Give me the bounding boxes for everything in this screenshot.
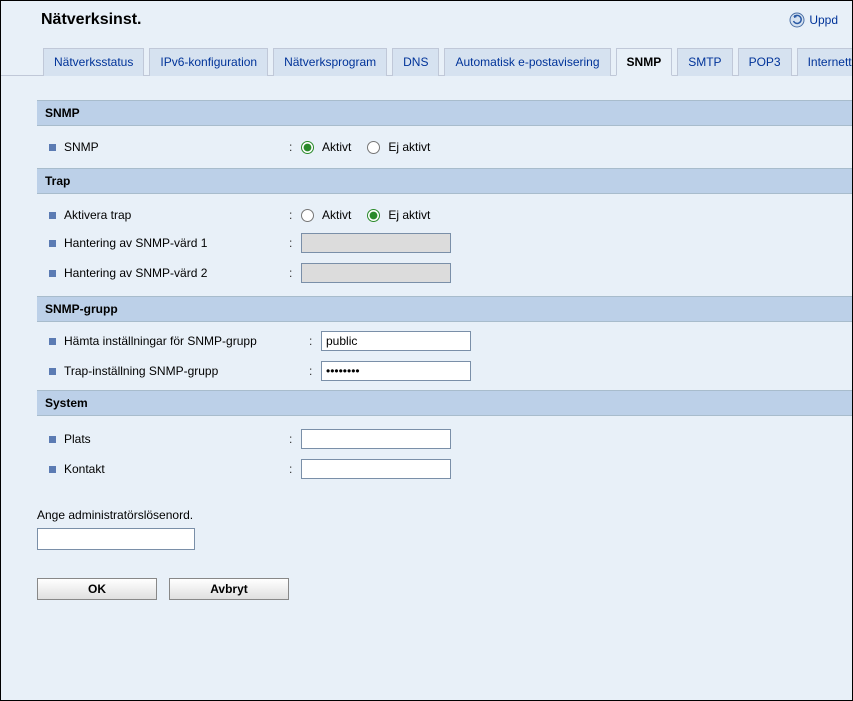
section-header-system: System	[37, 390, 852, 416]
section-body-snmp: SNMP : Aktivt Ej aktivt	[37, 126, 852, 168]
label-text-trap-group: Trap-inställning SNMP-grupp	[64, 364, 218, 378]
radio-label-trap-active: Aktivt	[322, 208, 351, 222]
tab-snmp[interactable]: SNMP	[616, 48, 673, 76]
label-text-plats: Plats	[64, 432, 91, 446]
tab-natverksprogram[interactable]: Nätverksprogram	[273, 48, 387, 76]
bullet-icon	[49, 270, 56, 277]
row-get-group: Hämta inställningar för SNMP-grupp :	[49, 326, 852, 356]
row-trap-enable: Aktivera trap : Aktivt Ej aktivt	[49, 202, 852, 228]
separator: :	[289, 208, 301, 222]
refresh-label: Uppd	[809, 13, 838, 27]
value-trap-enable: Aktivt Ej aktivt	[301, 208, 440, 222]
input-kontakt[interactable]	[301, 459, 451, 479]
label-text-kontakt: Kontakt	[64, 462, 105, 476]
label-host1: Hantering av SNMP-värd 1	[49, 236, 289, 250]
refresh-icon	[789, 12, 805, 28]
input-plats[interactable]	[301, 429, 451, 449]
input-get-group[interactable]	[321, 331, 471, 351]
section-body-system: Plats : Kontakt :	[37, 416, 852, 492]
app-frame: Nätverksinst. Uppd Nätverksstatus IPv6-k…	[0, 0, 853, 701]
label-text-get-group: Hämta inställningar för SNMP-grupp	[64, 334, 257, 348]
label-text-snmp: SNMP	[64, 140, 99, 154]
section-header-trap: Trap	[37, 168, 852, 194]
refresh-link[interactable]: Uppd	[789, 12, 838, 28]
label-get-group: Hämta inställningar för SNMP-grupp	[49, 334, 309, 348]
content-area: SNMP SNMP : Aktivt Ej aktivt Trap	[1, 76, 852, 492]
bullet-icon	[49, 466, 56, 473]
label-kontakt: Kontakt	[49, 462, 289, 476]
label-plats: Plats	[49, 432, 289, 446]
value-host2	[301, 263, 451, 283]
label-trap-enable: Aktivera trap	[49, 208, 289, 222]
radio-trap-active[interactable]	[301, 209, 314, 222]
row-kontakt: Kontakt :	[49, 454, 852, 484]
admin-password-input[interactable]	[37, 528, 195, 550]
bullet-icon	[49, 338, 56, 345]
value-snmp: Aktivt Ej aktivt	[301, 140, 440, 154]
row-trap-group: Trap-inställning SNMP-grupp :	[49, 356, 852, 386]
bullet-icon	[49, 436, 56, 443]
section-body-group: Hämta inställningar för SNMP-grupp : Tra…	[37, 322, 852, 390]
bullet-icon	[49, 368, 56, 375]
tab-pop3[interactable]: POP3	[738, 48, 792, 76]
separator: :	[289, 266, 301, 280]
tab-internett[interactable]: Internett	[797, 48, 853, 76]
tab-epost[interactable]: Automatisk e-postavisering	[444, 48, 610, 76]
value-trap-group	[321, 361, 471, 381]
value-plats	[301, 429, 451, 449]
row-host2: Hantering av SNMP-värd 2 :	[49, 258, 852, 288]
label-text-host1: Hantering av SNMP-värd 1	[64, 236, 207, 250]
tab-dns[interactable]: DNS	[392, 48, 439, 76]
ok-button[interactable]: OK	[37, 578, 157, 600]
value-get-group	[321, 331, 471, 351]
label-host2: Hantering av SNMP-värd 2	[49, 266, 289, 280]
bullet-icon	[49, 144, 56, 151]
separator: :	[309, 364, 321, 378]
radio-label-inactive: Ej aktivt	[388, 140, 430, 154]
input-host1[interactable]	[301, 233, 451, 253]
row-plats: Plats :	[49, 424, 852, 454]
cancel-button[interactable]: Avbryt	[169, 578, 289, 600]
row-host1: Hantering av SNMP-värd 1 :	[49, 228, 852, 258]
bullet-icon	[49, 240, 56, 247]
radio-label-active: Aktivt	[322, 140, 351, 154]
separator: :	[289, 432, 301, 446]
separator: :	[289, 236, 301, 250]
radio-snmp-inactive[interactable]	[367, 141, 380, 154]
tabs-bar: Nätverksstatus IPv6-konfiguration Nätver…	[1, 29, 852, 76]
radio-label-trap-inactive: Ej aktivt	[388, 208, 430, 222]
section-header-snmp: SNMP	[37, 100, 852, 126]
input-trap-group[interactable]	[321, 361, 471, 381]
admin-password-prompt: Ange administratörslösenord.	[37, 508, 852, 522]
label-text-host2: Hantering av SNMP-värd 2	[64, 266, 207, 280]
label-trap-group: Trap-inställning SNMP-grupp	[49, 364, 309, 378]
label-snmp: SNMP	[49, 140, 289, 154]
value-kontakt	[301, 459, 451, 479]
footer: Ange administratörslösenord. OK Avbryt	[1, 492, 852, 600]
separator: :	[289, 140, 301, 154]
label-text-trap-enable: Aktivera trap	[64, 208, 131, 222]
header: Nätverksinst. Uppd	[1, 1, 852, 29]
radio-trap-inactive[interactable]	[367, 209, 380, 222]
separator: :	[289, 462, 301, 476]
page-title: Nätverksinst.	[41, 11, 142, 29]
separator: :	[309, 334, 321, 348]
section-header-group: SNMP-grupp	[37, 296, 852, 322]
input-host2[interactable]	[301, 263, 451, 283]
radio-snmp-active[interactable]	[301, 141, 314, 154]
tab-smtp[interactable]: SMTP	[677, 48, 732, 76]
section-body-trap: Aktivera trap : Aktivt Ej aktivt Hanteri…	[37, 194, 852, 296]
value-host1	[301, 233, 451, 253]
tab-natverksstatus[interactable]: Nätverksstatus	[43, 48, 144, 76]
row-snmp: SNMP : Aktivt Ej aktivt	[49, 134, 852, 160]
button-row: OK Avbryt	[37, 578, 852, 600]
tab-ipv6[interactable]: IPv6-konfiguration	[149, 48, 268, 76]
bullet-icon	[49, 212, 56, 219]
